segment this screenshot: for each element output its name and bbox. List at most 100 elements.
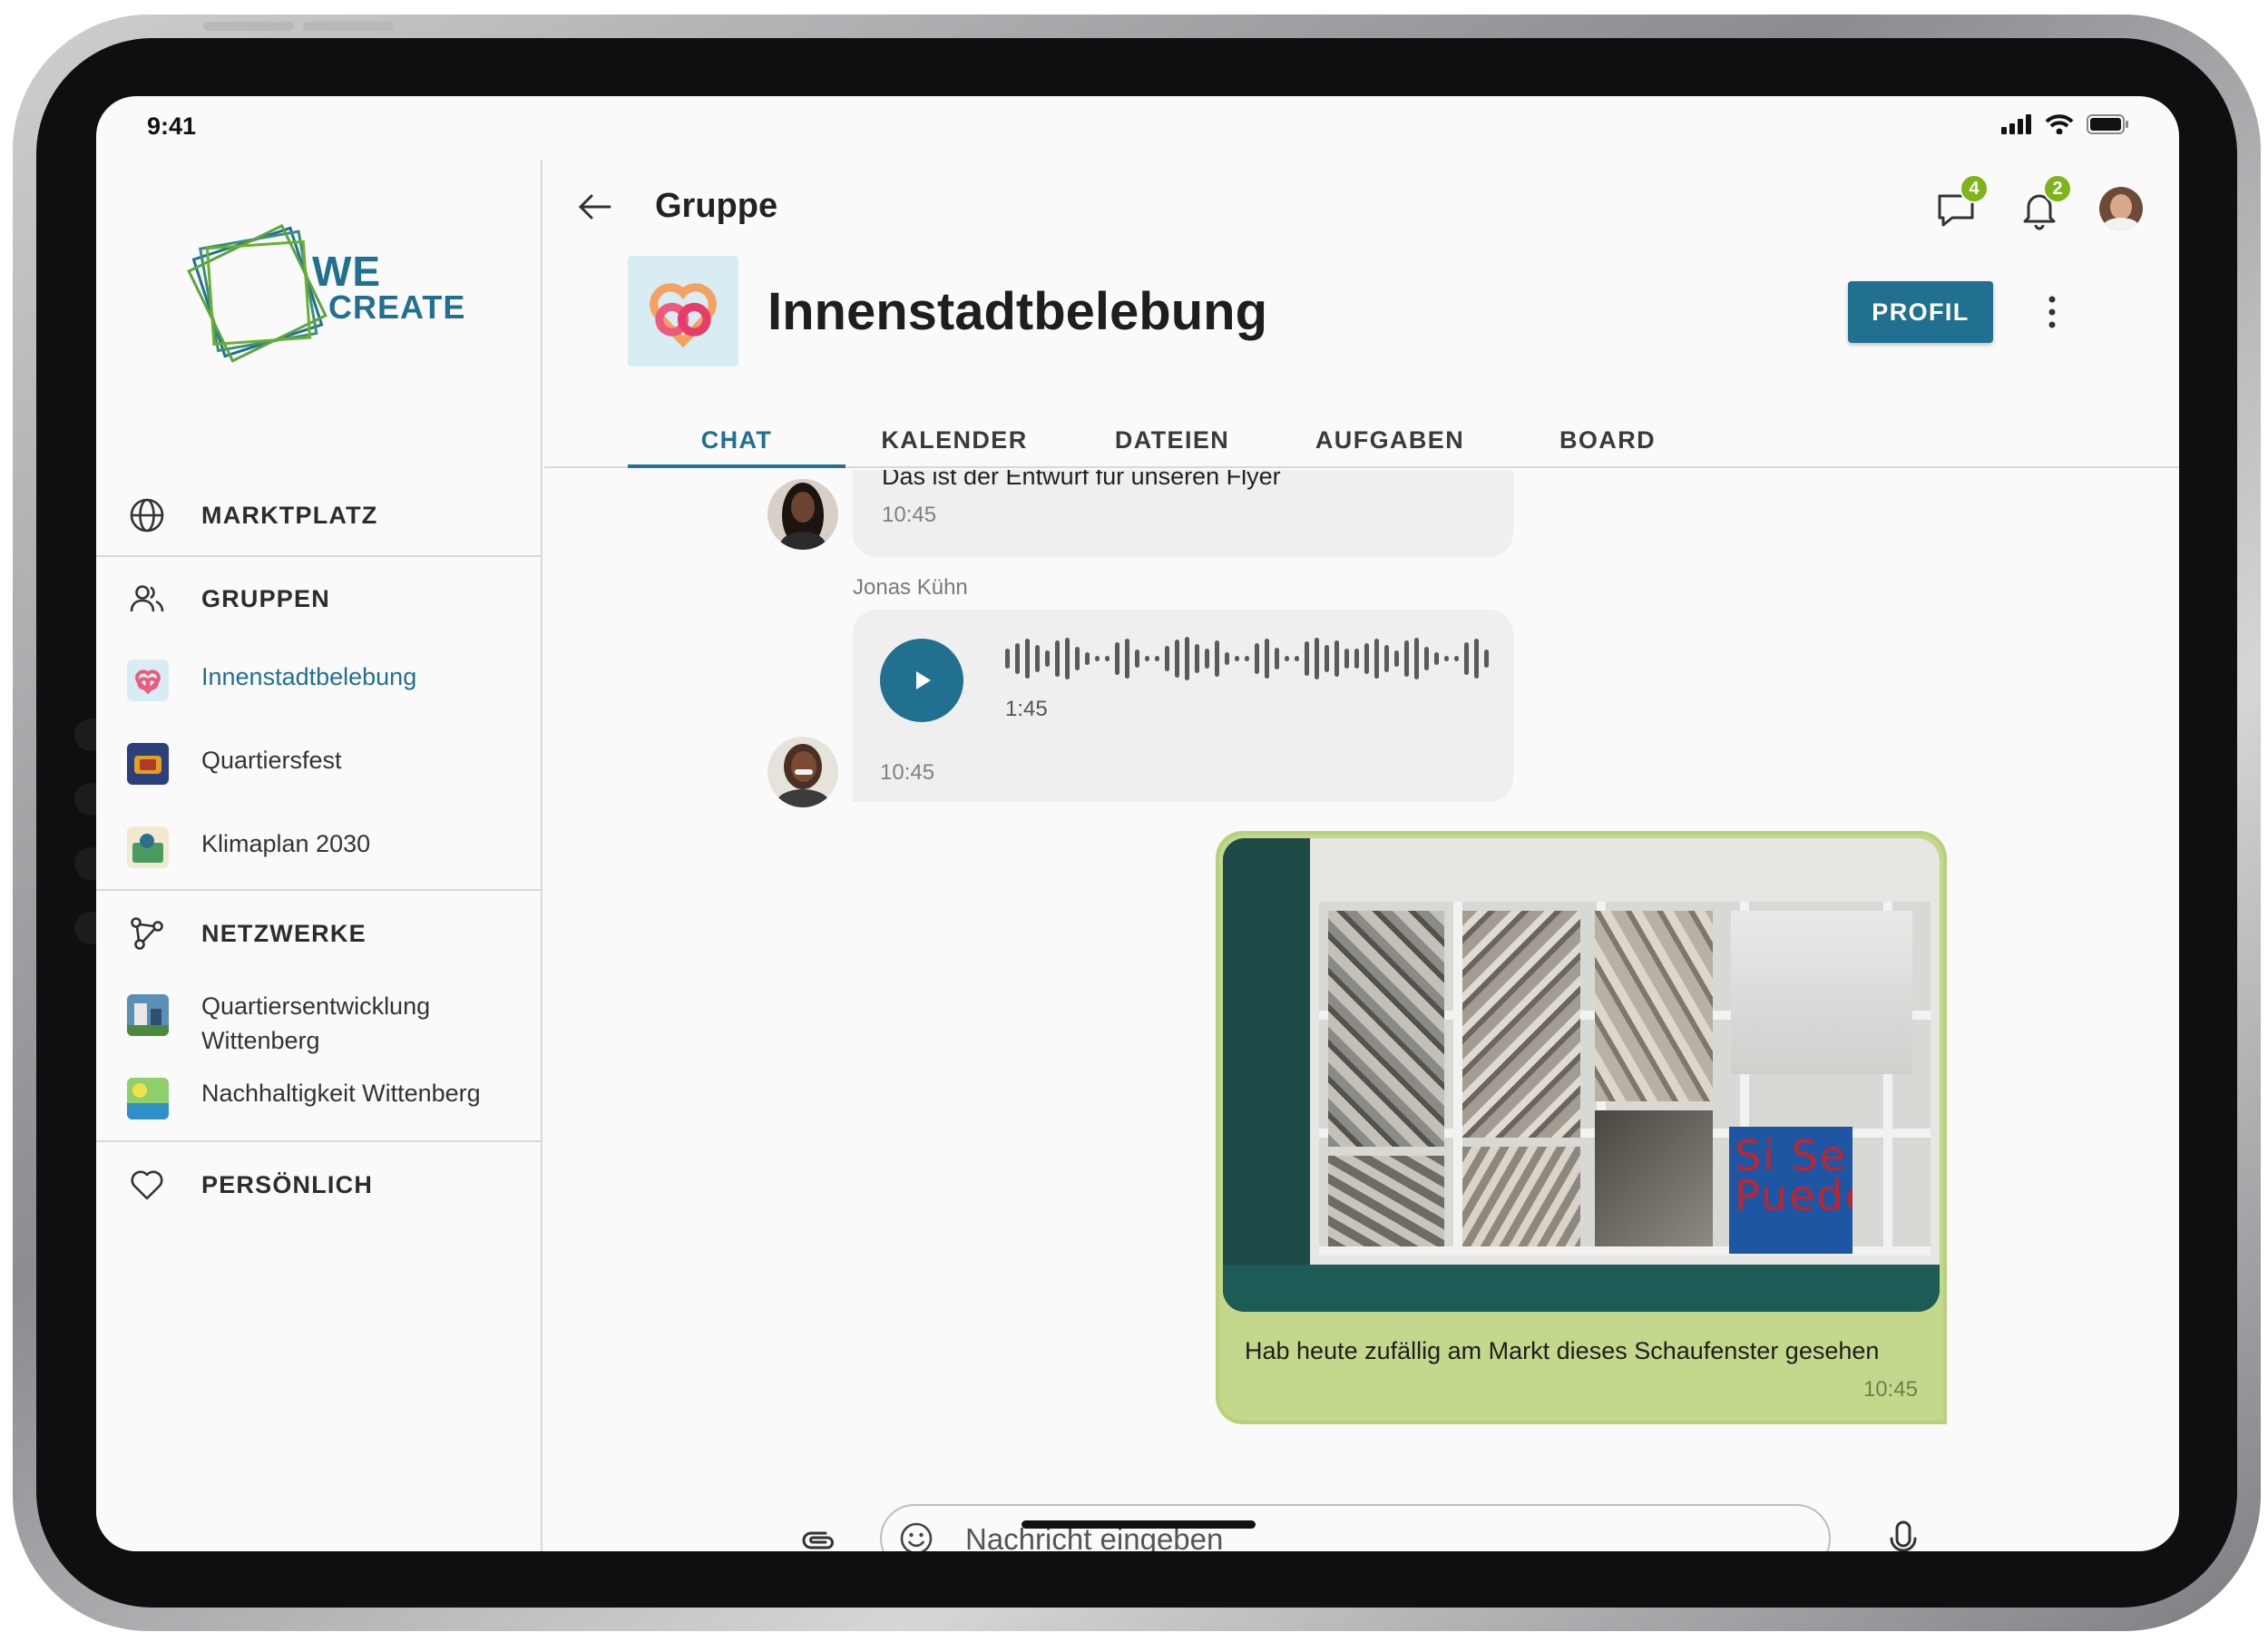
group-logo-icon [650, 283, 717, 348]
nav-gruppen[interactable]: GRUPPEN [127, 572, 329, 626]
avatar[interactable] [767, 479, 838, 550]
waveform-bar [1155, 656, 1159, 661]
active-tab-indicator [628, 464, 846, 468]
waveform-bar [1305, 641, 1309, 676]
attachment-button[interactable] [798, 1520, 838, 1551]
waveform-bar [1285, 656, 1289, 661]
signal-icon [2001, 114, 2031, 134]
play-button[interactable] [880, 639, 963, 722]
status-icons [2001, 114, 2128, 134]
voice-message-bubble: 1:45 10:45 [853, 610, 1513, 802]
nav-marktplatz[interactable]: MARKTPLATZ [127, 488, 376, 542]
wifi-icon [2045, 114, 2074, 134]
sender-name: Jonas Kühn [853, 575, 968, 600]
waveform-bar [1434, 652, 1439, 665]
voice-duration: 1:45 [1005, 697, 1048, 721]
message-time: 10:45 [882, 503, 937, 527]
user-avatar[interactable] [2099, 187, 2143, 230]
messages-button[interactable]: 4 [1934, 174, 1989, 230]
waveform-bar [1125, 639, 1129, 679]
waveform-bar [1115, 642, 1119, 675]
network-thumbnail [127, 994, 169, 1036]
waveform-bar [1205, 649, 1209, 669]
volume-button [303, 22, 394, 31]
nav-marktplatz-label: MARKTPLATZ [201, 501, 378, 529]
network-icon [131, 917, 163, 950]
waveform-bar [1374, 639, 1379, 679]
waveform-bar [1175, 640, 1179, 678]
sidebar-item-quartiersfest[interactable]: Quartiersfest [127, 743, 342, 785]
notifications-button[interactable]: 2 [2018, 174, 2072, 230]
sidebar-item-label: Quartiersentwicklung [201, 992, 431, 1020]
waveform-bar [1195, 644, 1199, 673]
waveform-bar [1235, 656, 1239, 661]
group-title: Innenstadtbelebung [767, 282, 1267, 341]
sidebar-item-quartiersentwicklung[interactable]: Quartiersentwicklung Wittenberg [127, 992, 430, 1054]
back-button[interactable] [575, 187, 615, 227]
more-options-button[interactable] [2045, 292, 2059, 332]
waveform-bar [1035, 645, 1040, 672]
waveform-bar [1315, 638, 1319, 679]
waveform-bar [1215, 640, 1219, 677]
nav-persoenlich-label: PERSÖNLICH [201, 1170, 374, 1198]
waveform-bar [1225, 652, 1229, 665]
status-time: 9:41 [147, 112, 197, 140]
waveform-bar [1085, 652, 1090, 665]
waveform-bar [1344, 649, 1349, 669]
waveform-bar [1065, 638, 1070, 679]
avatar[interactable] [767, 737, 838, 807]
sidebar: WE CREATE MARKTPLATZ GRUPPEN Innenstadtb… [96, 160, 543, 1551]
sign: Si Se Puede [1729, 1127, 1853, 1254]
tab-chat[interactable]: CHAT [628, 426, 846, 454]
profile-button[interactable]: PROFIL [1848, 281, 1993, 343]
mic-button[interactable] [1885, 1519, 1921, 1551]
own-message-bubble: Si Se Puede Hab heute zufällig am Markt … [1216, 831, 1947, 1424]
group-avatar [628, 256, 738, 367]
waveform-bar [1185, 637, 1189, 680]
home-indicator [1022, 1520, 1256, 1529]
waveform-bar [1454, 656, 1459, 661]
message-time: 10:45 [1862, 1377, 1918, 1402]
waveform-bar [1075, 647, 1080, 670]
users-icon [130, 585, 164, 612]
attachment-icon [802, 1531, 834, 1549]
waveform-bar [1474, 639, 1479, 679]
more-vert-icon [2048, 296, 2056, 328]
sidebar-item-innenstadtbelebung[interactable]: Innenstadtbelebung [127, 660, 416, 701]
waveform-bar [1135, 650, 1139, 668]
shop-window-photo[interactable]: Si Se Puede [1223, 838, 1940, 1312]
page-title: Gruppe [655, 187, 778, 225]
divider [96, 555, 543, 557]
nav-persoenlich[interactable]: PERSÖNLICH [127, 1158, 372, 1212]
tab-kalender[interactable]: KALENDER [846, 426, 1063, 454]
message-caption: Hab heute zufällig am Markt dieses Schau… [1245, 1337, 1880, 1364]
sidebar-item-nachhaltigkeit[interactable]: Nachhaltigkeit Wittenberg [127, 1078, 481, 1119]
tab-bar: CHAT KALENDER DATEIEN AUFGABEN BOARD [544, 414, 2179, 468]
waveform-bar [1464, 642, 1469, 675]
screen: 9:41 WE CREATE MARKTPLATZ GRUPPEN Innens… [96, 96, 2179, 1551]
sidebar-item-klimaplan[interactable]: Klimaplan 2030 [127, 826, 370, 868]
group-thumbnail [127, 743, 169, 785]
chat-area: Das ist der Entwurf für unseren Flyer 10… [544, 470, 2179, 1486]
nav-netzwerke[interactable]: NETZWERKE [127, 906, 366, 961]
divider [96, 889, 543, 891]
sidebar-item-label: Innenstadtbelebung [201, 663, 417, 690]
waveform-bar [1394, 650, 1399, 667]
nav-netzwerke-label: NETZWERKE [201, 919, 367, 947]
emoji-button[interactable] [898, 1520, 934, 1551]
message-bubble: Das ist der Entwurf für unseren Flyer 10… [853, 470, 1513, 557]
logo-text-create: CREATE [328, 288, 466, 326]
tab-aufgaben[interactable]: AUFGABEN [1281, 426, 1499, 454]
waveform-bar [1025, 639, 1030, 679]
waveform-bar [1265, 639, 1269, 679]
we-create-logo[interactable]: WE CREATE [180, 214, 470, 368]
mic-icon [1890, 1520, 1917, 1551]
message-time: 10:45 [880, 760, 935, 785]
waveform-bar [1444, 656, 1449, 661]
globe-icon [130, 498, 164, 533]
waveform-bar [1005, 649, 1010, 669]
tab-dateien[interactable]: DATEIEN [1063, 426, 1281, 454]
waveform-bar [1255, 643, 1259, 674]
waveform-bar [1404, 640, 1409, 677]
tab-board[interactable]: BOARD [1499, 426, 1716, 454]
